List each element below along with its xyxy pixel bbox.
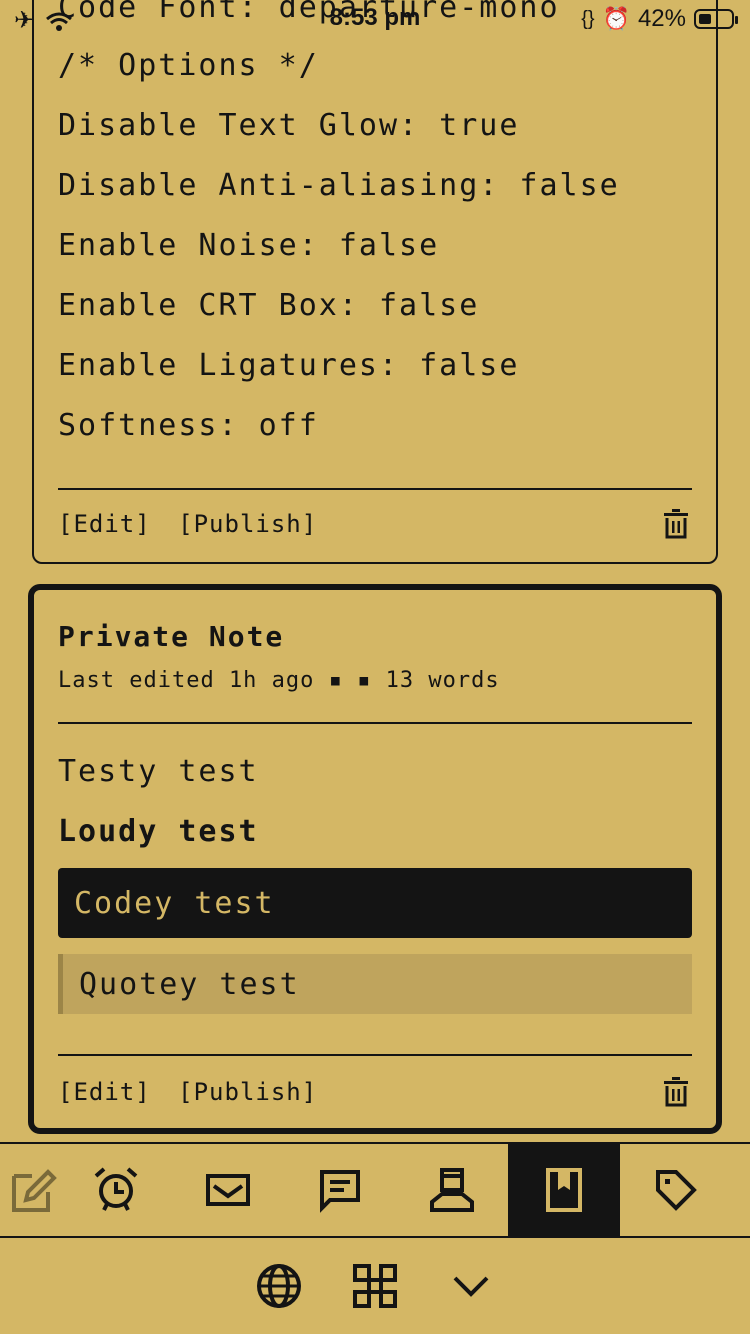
note-line: Enable Ligatures: false: [58, 348, 520, 383]
publish-link[interactable]: [Publish]: [178, 510, 317, 538]
note-title: Private Note: [58, 620, 285, 653]
divider: [58, 488, 692, 490]
edit-link[interactable]: [Edit]: [58, 1078, 151, 1106]
bottom-toolbar: [0, 1238, 750, 1334]
note-line: Enable Noise: false: [58, 228, 440, 263]
compose-icon: [12, 1169, 57, 1212]
tab-mail[interactable]: [172, 1144, 284, 1236]
divider: [58, 1054, 692, 1056]
tab-chat[interactable]: [284, 1144, 396, 1236]
chat-icon: [320, 1170, 360, 1213]
note-heading: Loudy test: [58, 814, 259, 849]
note-line: Softness: off: [58, 408, 319, 443]
status-bar: ✈ 8:53 pm {} ⏰ 42%: [0, 0, 750, 40]
tag-icon: [656, 1170, 697, 1211]
tab-compose[interactable]: [0, 1144, 60, 1236]
note-meta: Last edited 1h ago ▪ ▪ 13 words: [58, 668, 500, 693]
tab-tags[interactable]: [620, 1144, 732, 1236]
mail-icon: [206, 1174, 250, 1206]
card-actions: [Edit] [Publish]: [58, 510, 317, 538]
trash-icon[interactable]: [662, 1076, 690, 1108]
note-card-private[interactable]: Private Note Last edited 1h ago ▪ ▪ 13 w…: [28, 584, 722, 1134]
trash-icon[interactable]: [662, 508, 690, 540]
quote-block: Quotey test: [58, 954, 692, 1014]
chevron-down-icon[interactable]: [447, 1262, 495, 1310]
alarm-clock-icon: [94, 1167, 138, 1211]
note-line: Disable Anti-aliasing: false: [58, 168, 620, 203]
battery-icon: [694, 9, 738, 29]
profile-icon: [430, 1168, 474, 1212]
publish-link[interactable]: [Publish]: [178, 1078, 317, 1106]
status-right: {} ⏰ 42%: [581, 5, 738, 33]
code-block: Codey test: [58, 868, 692, 938]
edit-link[interactable]: [Edit]: [58, 510, 151, 538]
bookmark-icon: [546, 1168, 582, 1212]
globe-icon[interactable]: [255, 1262, 303, 1310]
note-card-settings: Code Font: departure-mono /* Options */ …: [32, 0, 718, 564]
card-actions: [Edit] [Publish]: [58, 1078, 317, 1106]
note-line: Disable Text Glow: true: [58, 108, 520, 143]
tab-bar: [0, 1142, 750, 1238]
note-text: Testy test: [58, 754, 259, 789]
note-line: Enable CRT Box: false: [58, 288, 480, 323]
tab-profile[interactable]: [396, 1144, 508, 1236]
note-line: /* Options */: [58, 48, 319, 83]
command-icon[interactable]: [351, 1262, 399, 1310]
tab-bookmarks[interactable]: [508, 1144, 620, 1236]
divider: [58, 722, 692, 724]
alarm-icon: ⏰: [602, 6, 630, 31]
tab-reminders[interactable]: [60, 1144, 172, 1236]
battery-percent: 42%: [637, 5, 686, 32]
braces-icon: {}: [581, 7, 595, 30]
